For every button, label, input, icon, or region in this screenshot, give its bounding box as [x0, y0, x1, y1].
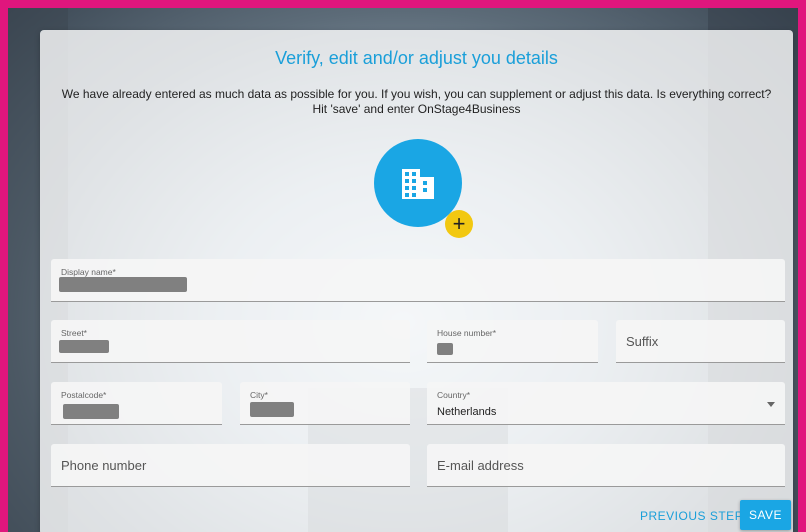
phone-field[interactable]: Phone number	[51, 444, 410, 487]
save-button[interactable]: SAVE	[740, 500, 791, 530]
country-select[interactable]: Country* Netherlands	[427, 382, 785, 425]
redacted-value	[59, 340, 109, 353]
building-icon	[402, 169, 434, 199]
city-label: City*	[250, 390, 268, 400]
suffix-placeholder: Suffix	[626, 333, 659, 349]
country-value: Netherlands	[437, 406, 497, 418]
suffix-field[interactable]: Suffix	[616, 320, 785, 363]
house-number-field[interactable]: House number*	[427, 320, 598, 363]
previous-step-button[interactable]: PREVIOUS STEP	[640, 502, 743, 530]
display-name-label: Display name*	[61, 267, 116, 277]
details-dialog: Verify, edit and/or adjust you details W…	[40, 30, 793, 532]
redacted-value	[63, 404, 119, 419]
postalcode-field[interactable]: Postalcode*	[51, 382, 222, 425]
house-number-label: House number*	[437, 328, 497, 338]
display-name-field[interactable]: Display name*	[51, 259, 785, 302]
redacted-value	[437, 343, 453, 355]
chevron-down-icon[interactable]	[767, 402, 775, 407]
redacted-value	[250, 402, 294, 417]
street-field[interactable]: Street*	[51, 320, 410, 363]
country-label: Country*	[437, 390, 471, 400]
phone-placeholder: Phone number	[61, 457, 147, 473]
dialog-title: Verify, edit and/or adjust you details	[275, 48, 558, 68]
postalcode-label: Postalcode*	[61, 390, 107, 400]
city-field[interactable]: City*	[240, 382, 410, 425]
background-frame: Verify, edit and/or adjust you details W…	[0, 0, 806, 532]
email-field[interactable]: E-mail address	[427, 444, 785, 487]
street-label: Street*	[61, 328, 87, 338]
plus-icon: +	[452, 211, 466, 236]
dialog-intro-text: We have already entered as much data as …	[61, 87, 772, 116]
redacted-value	[59, 277, 187, 292]
email-placeholder: E-mail address	[437, 457, 524, 473]
add-photo-button[interactable]: +	[445, 210, 473, 238]
